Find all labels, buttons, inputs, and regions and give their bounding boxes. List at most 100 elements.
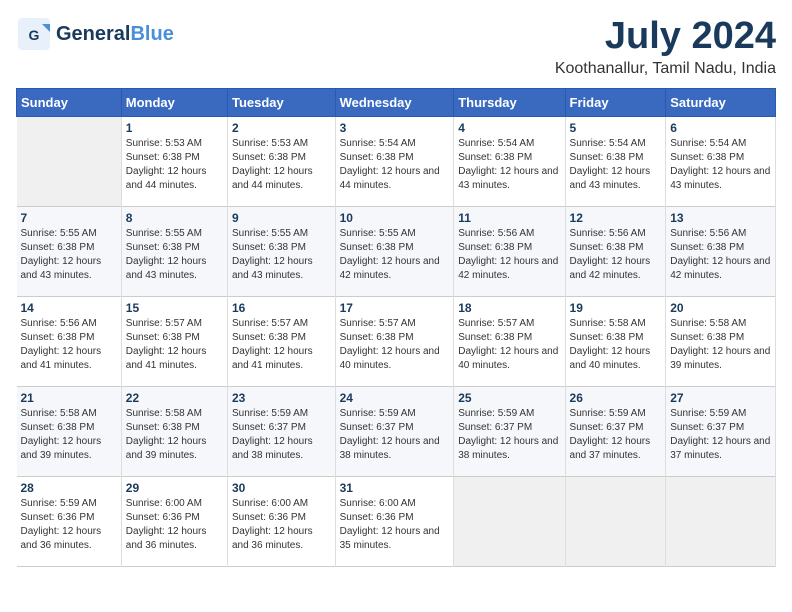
cell-sun-info: Sunrise: 5:56 AM Sunset: 6:38 PM Dayligh… <box>458 227 560 283</box>
logo-general-text: General <box>56 23 130 45</box>
cell-sun-info: Sunrise: 5:58 AM Sunset: 6:38 PM Dayligh… <box>570 317 662 373</box>
cell-day-number: 11 <box>458 211 560 225</box>
cell-sun-info: Sunrise: 5:57 AM Sunset: 6:38 PM Dayligh… <box>232 317 331 373</box>
cell-sun-info: Sunrise: 5:55 AM Sunset: 6:38 PM Dayligh… <box>126 227 223 283</box>
calendar-cell <box>565 476 666 566</box>
cell-day-number: 22 <box>126 391 223 405</box>
cell-sun-info: Sunrise: 5:57 AM Sunset: 6:38 PM Dayligh… <box>126 317 223 373</box>
calendar-cell <box>666 476 776 566</box>
cell-day-number: 5 <box>570 121 662 135</box>
cell-sun-info: Sunrise: 5:59 AM Sunset: 6:37 PM Dayligh… <box>232 407 331 463</box>
calendar-cell: 6 Sunrise: 5:54 AM Sunset: 6:38 PM Daylig… <box>666 116 776 206</box>
cell-day-number: 24 <box>340 391 450 405</box>
calendar-week-row: 1Sunrise: 5:53 AM Sunset: 6:38 PM Daylig… <box>17 116 776 206</box>
header-day-sunday: Sunday <box>17 88 122 116</box>
calendar-cell <box>17 116 122 206</box>
cell-sun-info: Sunrise: 5:59 AM Sunset: 6:36 PM Dayligh… <box>21 497 117 553</box>
cell-sun-info: Sunrise: 5:58 AM Sunset: 6:38 PM Dayligh… <box>670 317 771 373</box>
calendar-cell: 18Sunrise: 5:57 AM Sunset: 6:38 PM Dayli… <box>454 296 565 386</box>
calendar-cell: 31 Sunrise: 6:00 AM Sunset: 6:36 PM Dayli… <box>335 476 454 566</box>
cell-day-number: 4 <box>458 121 560 135</box>
cell-day-number: 31 <box>340 481 450 495</box>
cell-sun-info: Sunrise: 5:55 AM Sunset: 6:38 PM Dayligh… <box>232 227 331 283</box>
cell-sun-info: Sunrise: 5:55 AM Sunset: 6:38 PM Dayligh… <box>340 227 450 283</box>
cell-day-number: 9 <box>232 211 331 225</box>
cell-day-number: 17 <box>340 301 450 315</box>
cell-sun-info: Sunrise: 5:59 AM Sunset: 6:37 PM Dayligh… <box>570 407 662 463</box>
cell-day-number: 6 <box>670 121 771 135</box>
cell-day-number: 25 <box>458 391 560 405</box>
cell-sun-info: Sunrise: 5:54 AM Sunset: 6:38 PM Dayligh… <box>570 137 662 193</box>
cell-sun-info: Sunrise: 5:54 AM Sunset: 6:38 PM Dayligh… <box>458 137 560 193</box>
cell-day-number: 15 <box>126 301 223 315</box>
calendar-cell <box>454 476 565 566</box>
header: G GeneralBlue July 2024 Koothanallur, Ta… <box>16 16 776 78</box>
calendar-cell: 22Sunrise: 5:58 AM Sunset: 6:38 PM Dayli… <box>121 386 227 476</box>
cell-day-number: 19 <box>570 301 662 315</box>
cell-sun-info: Sunrise: 6:00 AM Sunset: 6:36 PM Dayligh… <box>232 497 331 553</box>
svg-text:G: G <box>29 27 40 43</box>
calendar-cell: 29Sunrise: 6:00 AM Sunset: 6:36 PM Dayli… <box>121 476 227 566</box>
header-day-thursday: Thursday <box>454 88 565 116</box>
calendar-cell: 8Sunrise: 5:55 AM Sunset: 6:38 PM Daylig… <box>121 206 227 296</box>
cell-sun-info: Sunrise: 6:00 AM Sunset: 6:36 PM Dayligh… <box>126 497 223 553</box>
cell-day-number: 30 <box>232 481 331 495</box>
calendar-cell: 20 Sunrise: 5:58 AM Sunset: 6:38 PM Dayli… <box>666 296 776 386</box>
calendar-cell: 27Sunrise: 5:59 AM Sunset: 6:37 PM Dayli… <box>666 386 776 476</box>
cell-sun-info: Sunrise: 5:56 AM Sunset: 6:38 PM Dayligh… <box>21 317 117 373</box>
cell-day-number: 23 <box>232 391 331 405</box>
calendar-cell: 9 Sunrise: 5:55 AM Sunset: 6:38 PM Daylig… <box>227 206 335 296</box>
header-day-friday: Friday <box>565 88 666 116</box>
calendar-week-row: 21 Sunrise: 5:58 AM Sunset: 6:38 PM Dayli… <box>17 386 776 476</box>
cell-day-number: 20 <box>670 301 771 315</box>
cell-sun-info: Sunrise: 6:00 AM Sunset: 6:36 PM Dayligh… <box>340 497 450 553</box>
calendar-cell: 30 Sunrise: 6:00 AM Sunset: 6:36 PM Dayli… <box>227 476 335 566</box>
cell-day-number: 16 <box>232 301 331 315</box>
calendar-cell: 24 Sunrise: 5:59 AM Sunset: 6:37 PM Dayli… <box>335 386 454 476</box>
calendar-week-row: 28 Sunrise: 5:59 AM Sunset: 6:36 PM Dayli… <box>17 476 776 566</box>
logo: G GeneralBlue <box>16 16 174 52</box>
calendar-cell: 26Sunrise: 5:59 AM Sunset: 6:37 PM Dayli… <box>565 386 666 476</box>
cell-sun-info: Sunrise: 5:56 AM Sunset: 6:38 PM Dayligh… <box>570 227 662 283</box>
cell-sun-info: Sunrise: 5:56 AM Sunset: 6:38 PM Dayligh… <box>670 227 771 283</box>
calendar-body: 1Sunrise: 5:53 AM Sunset: 6:38 PM Daylig… <box>17 116 776 566</box>
cell-sun-info: Sunrise: 5:59 AM Sunset: 6:37 PM Dayligh… <box>458 407 560 463</box>
cell-sun-info: Sunrise: 5:59 AM Sunset: 6:37 PM Dayligh… <box>340 407 450 463</box>
cell-sun-info: Sunrise: 5:55 AM Sunset: 6:38 PM Dayligh… <box>21 227 117 283</box>
cell-day-number: 28 <box>21 481 117 495</box>
calendar-header-row: SundayMondayTuesdayWednesdayThursdayFrid… <box>17 88 776 116</box>
cell-sun-info: Sunrise: 5:57 AM Sunset: 6:38 PM Dayligh… <box>458 317 560 373</box>
calendar-cell: 21 Sunrise: 5:58 AM Sunset: 6:38 PM Dayli… <box>17 386 122 476</box>
cell-day-number: 3 <box>340 121 450 135</box>
calendar-cell: 19 Sunrise: 5:58 AM Sunset: 6:38 PM Dayli… <box>565 296 666 386</box>
calendar-cell: 3Sunrise: 5:54 AM Sunset: 6:38 PM Daylig… <box>335 116 454 206</box>
calendar-cell: 7 Sunrise: 5:55 AM Sunset: 6:38 PM Daylig… <box>17 206 122 296</box>
cell-day-number: 21 <box>21 391 117 405</box>
cell-sun-info: Sunrise: 5:59 AM Sunset: 6:37 PM Dayligh… <box>670 407 771 463</box>
logo-blue-text: Blue <box>130 23 173 45</box>
calendar-cell: 25 Sunrise: 5:59 AM Sunset: 6:37 PM Dayli… <box>454 386 565 476</box>
header-day-wednesday: Wednesday <box>335 88 454 116</box>
calendar-cell: 17Sunrise: 5:57 AM Sunset: 6:38 PM Dayli… <box>335 296 454 386</box>
calendar-cell: 28 Sunrise: 5:59 AM Sunset: 6:36 PM Dayli… <box>17 476 122 566</box>
calendar-table: SundayMondayTuesdayWednesdayThursdayFrid… <box>16 88 776 567</box>
calendar-cell: 10Sunrise: 5:55 AM Sunset: 6:38 PM Dayli… <box>335 206 454 296</box>
location-title: Koothanallur, Tamil Nadu, India <box>555 60 776 78</box>
header-day-monday: Monday <box>121 88 227 116</box>
cell-day-number: 7 <box>21 211 117 225</box>
cell-sun-info: Sunrise: 5:58 AM Sunset: 6:38 PM Dayligh… <box>21 407 117 463</box>
header-day-tuesday: Tuesday <box>227 88 335 116</box>
cell-day-number: 1 <box>126 121 223 135</box>
calendar-cell: 15 Sunrise: 5:57 AM Sunset: 6:38 PM Dayli… <box>121 296 227 386</box>
calendar-cell: 23 Sunrise: 5:59 AM Sunset: 6:37 PM Dayli… <box>227 386 335 476</box>
calendar-cell: 5 Sunrise: 5:54 AM Sunset: 6:38 PM Daylig… <box>565 116 666 206</box>
header-day-saturday: Saturday <box>666 88 776 116</box>
calendar-cell: 2Sunrise: 5:53 AM Sunset: 6:38 PM Daylig… <box>227 116 335 206</box>
logo-icon: G <box>16 16 52 52</box>
cell-day-number: 12 <box>570 211 662 225</box>
cell-day-number: 14 <box>21 301 117 315</box>
calendar-cell: 13Sunrise: 5:56 AM Sunset: 6:38 PM Dayli… <box>666 206 776 296</box>
cell-sun-info: Sunrise: 5:54 AM Sunset: 6:38 PM Dayligh… <box>670 137 771 193</box>
calendar-cell: 1Sunrise: 5:53 AM Sunset: 6:38 PM Daylig… <box>121 116 227 206</box>
calendar-cell: 16 Sunrise: 5:57 AM Sunset: 6:38 PM Dayli… <box>227 296 335 386</box>
